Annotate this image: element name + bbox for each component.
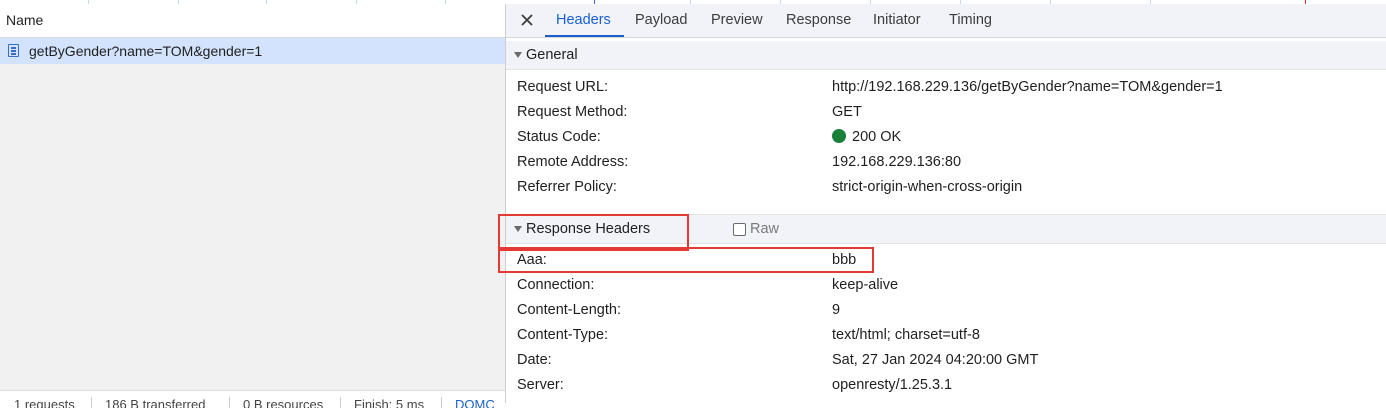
header-key: Content-Length:	[517, 302, 621, 318]
network-summary-bar: 1 requests 186 B transferred 0 B resourc…	[0, 390, 505, 408]
status-code-value: 200 OK	[832, 129, 901, 145]
response-headers-section-title: Response Headers	[526, 221, 651, 237]
response-row-content-type: Content-Type: text/html; charset=utf-8	[506, 323, 1386, 348]
header-key: Request Method:	[517, 104, 628, 120]
header-key: Content-Type:	[517, 327, 609, 343]
response-row-server: Server: openresty/1.25.3.1	[506, 373, 1386, 398]
general-row-request-url: Request URL: http://192.168.229.136/getB…	[506, 75, 1386, 100]
header-key: Server:	[517, 377, 564, 393]
header-value: http://192.168.229.136/getByGender?name=…	[832, 79, 1223, 95]
request-row[interactable]: getByGender?name=TOM&gender=1	[0, 38, 505, 64]
request-details-panel: Headers Payload Preview Response Initiat…	[505, 4, 1386, 403]
name-column-header[interactable]: Name	[0, 4, 505, 38]
header-value: GET	[832, 104, 862, 120]
tab-headers[interactable]: Headers	[556, 12, 611, 28]
request-list-panel: Name getByGender?name=TOM&gender=1 1 req…	[0, 4, 505, 408]
header-key: Aaa:	[517, 252, 547, 268]
status-dot-icon	[832, 129, 846, 143]
tab-timing[interactable]: Timing	[949, 12, 992, 28]
close-icon[interactable]	[518, 11, 536, 29]
header-key: Remote Address:	[517, 154, 629, 170]
general-section-header[interactable]: General	[506, 41, 1386, 70]
tab-preview[interactable]: Preview	[711, 12, 763, 28]
header-value: 192.168.229.136:80	[832, 154, 962, 170]
header-key: Connection:	[517, 277, 595, 293]
header-value: bbb	[832, 252, 857, 268]
triangle-down-icon	[514, 226, 522, 232]
tab-response[interactable]: Response	[786, 12, 851, 28]
active-tab-indicator	[545, 35, 624, 37]
header-value: openresty/1.25.3.1	[832, 377, 953, 393]
details-tabbar: Headers Payload Preview Response Initiat…	[506, 4, 1386, 38]
tab-payload[interactable]: Payload	[635, 12, 687, 28]
header-value: strict-origin-when-cross-origin	[832, 179, 1023, 195]
response-row-aaa: Aaa: bbb	[506, 248, 1386, 273]
name-column-label: Name	[6, 12, 44, 28]
general-row-status-code: Status Code: 200 OK	[506, 125, 1386, 150]
header-value: 9	[832, 302, 841, 318]
document-icon	[8, 44, 19, 57]
raw-label[interactable]: Raw	[750, 221, 779, 237]
header-value: text/html; charset=utf-8	[832, 327, 980, 343]
header-value: 200 OK	[852, 129, 902, 145]
response-row-date: Date: Sat, 27 Jan 2024 04:20:00 GMT	[506, 348, 1386, 373]
header-key: Date:	[517, 352, 552, 368]
general-row-remote-address: Remote Address: 192.168.229.136:80	[506, 150, 1386, 175]
response-row-content-length: Content-Length: 9	[506, 298, 1386, 323]
header-key: Status Code:	[517, 129, 601, 145]
header-value: Sat, 27 Jan 2024 04:20:00 GMT	[832, 352, 1039, 368]
general-row-referrer-policy: Referrer Policy: strict-origin-when-cros…	[506, 175, 1386, 200]
general-section-title: General	[526, 47, 578, 63]
tab-initiator[interactable]: Initiator	[873, 12, 921, 28]
triangle-down-icon	[514, 52, 522, 58]
response-row-connection: Connection: keep-alive	[506, 273, 1386, 298]
general-row-request-method: Request Method: GET	[506, 100, 1386, 125]
response-headers-section-header[interactable]: Response Headers Raw	[506, 214, 1386, 244]
request-name: getByGender?name=TOM&gender=1	[29, 43, 263, 59]
raw-checkbox[interactable]	[733, 223, 746, 236]
header-value: keep-alive	[832, 277, 899, 293]
header-key: Referrer Policy:	[517, 179, 617, 195]
header-key: Request URL:	[517, 79, 609, 95]
